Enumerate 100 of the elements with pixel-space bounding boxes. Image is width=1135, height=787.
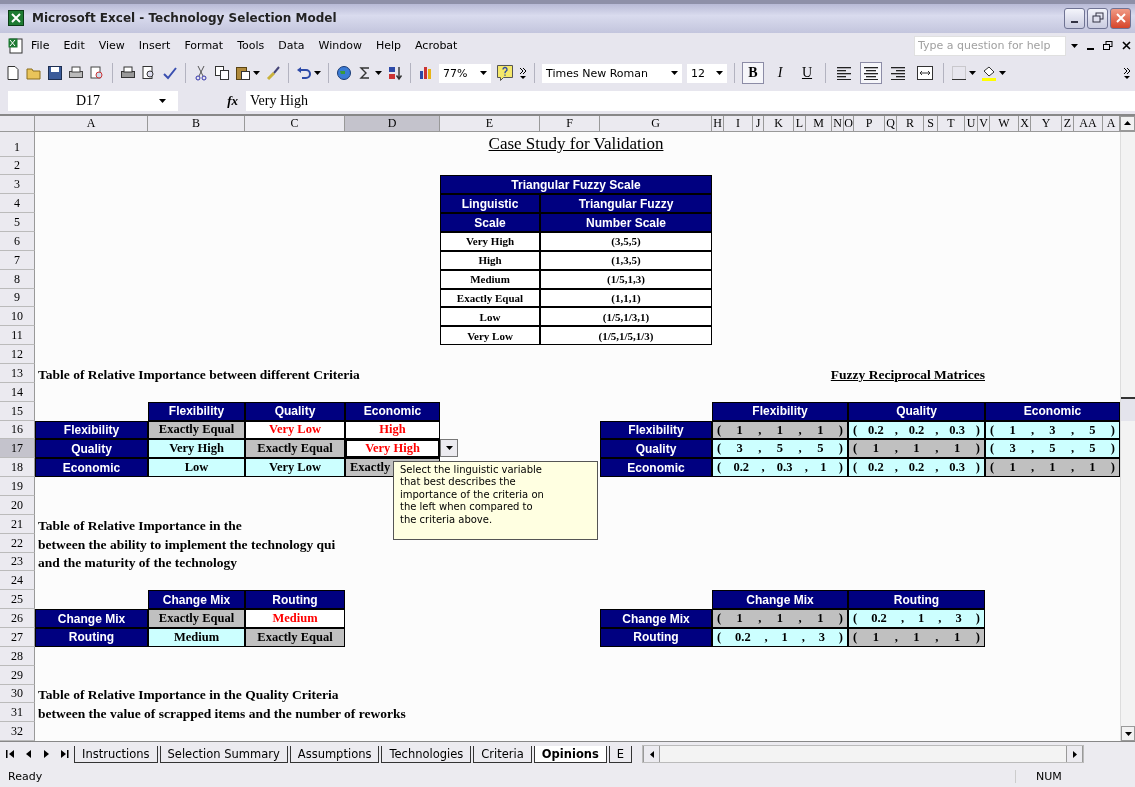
bold-button[interactable]: B [742, 62, 764, 85]
row-header[interactable]: 18 [0, 458, 35, 478]
horizontal-scrollbar[interactable] [642, 745, 1085, 764]
input-cell[interactable]: Medium [245, 609, 345, 628]
open-folder-icon[interactable] [26, 65, 42, 82]
column-header[interactable]: Q [885, 115, 897, 131]
menu-item[interactable]: Window [311, 39, 369, 53]
input-cell[interactable]: Very High [345, 439, 440, 459]
column-header[interactable]: Z [1062, 115, 1074, 131]
menu-item[interactable]: Format [177, 39, 231, 53]
restore-button[interactable] [1087, 7, 1108, 29]
previous-sheet-icon[interactable] [26, 750, 32, 759]
paintbrush-icon[interactable] [265, 65, 281, 82]
caret-icon[interactable] [375, 71, 382, 76]
menu-item[interactable]: Help [368, 39, 408, 53]
row-header[interactable]: 25 [0, 590, 35, 610]
row-header[interactable]: 27 [0, 628, 35, 647]
zoom-dropdown[interactable]: 77% [439, 63, 491, 83]
column-header[interactable]: A [35, 115, 148, 131]
column-header[interactable]: AA [1074, 115, 1103, 131]
row-header[interactable]: 12 [0, 345, 35, 364]
column-header[interactable]: E [440, 115, 540, 131]
scroll-up-button[interactable] [1120, 115, 1135, 131]
spell-check-icon[interactable] [162, 65, 178, 82]
column-header[interactable]: R [897, 115, 924, 131]
column-header[interactable]: X [1019, 115, 1031, 131]
last-sheet-icon[interactable] [60, 750, 69, 759]
menu-item[interactable]: Tools [230, 39, 272, 53]
column-header[interactable]: D [345, 115, 440, 131]
column-header[interactable]: H [712, 115, 724, 131]
menu-item[interactable]: Edit [56, 39, 92, 53]
row-header[interactable]: 5 [0, 213, 35, 232]
sheet-tab[interactable]: Assumptions [289, 745, 380, 763]
close-icon[interactable] [1122, 41, 1131, 51]
restore-icon[interactable] [1103, 40, 1113, 51]
column-header[interactable]: G [600, 115, 712, 131]
sheet-tab[interactable]: Opinions [533, 745, 607, 763]
menu-item[interactable]: File [24, 39, 57, 53]
menu-item[interactable]: View [91, 39, 132, 53]
font-size-dropdown[interactable]: 12 [687, 63, 727, 83]
bar-chart-icon[interactable] [418, 65, 434, 82]
vertical-scrollbar[interactable] [1120, 131, 1135, 742]
row-header[interactable]: 26 [0, 609, 35, 628]
sheet-tab[interactable]: E [608, 745, 633, 763]
row-header[interactable]: 10 [0, 307, 35, 327]
sheet-tab[interactable]: Selection Summary [159, 745, 288, 763]
column-header[interactable]: Y [1031, 115, 1062, 131]
column-header[interactable]: N [832, 115, 844, 131]
menu-item[interactable]: Insert [131, 39, 178, 53]
chevron-icon[interactable] [1123, 66, 1131, 81]
column-header[interactable]: W [990, 115, 1019, 131]
scroll-down-button[interactable] [1121, 726, 1135, 742]
fill-bucket-icon[interactable] [981, 65, 997, 82]
save-icon[interactable] [47, 65, 63, 82]
caret-icon[interactable] [314, 71, 321, 76]
new-document-icon[interactable] [5, 65, 21, 82]
column-header[interactable]: K [764, 115, 794, 131]
help-search-field[interactable]: Type a question for help [914, 35, 1066, 56]
menu-item[interactable]: Acrobat [408, 39, 465, 53]
column-header[interactable]: I [724, 115, 753, 131]
name-box[interactable]: D17 [8, 90, 178, 111]
globe-icon[interactable] [336, 65, 352, 82]
formula-field[interactable]: Very High [246, 90, 1135, 111]
help-icon[interactable] [496, 64, 514, 83]
clipboard-icon[interactable] [235, 65, 251, 82]
column-header[interactable]: O [844, 115, 854, 131]
sheet-tab[interactable]: Technologies [381, 745, 472, 763]
sort-icon[interactable] [387, 65, 403, 82]
scrollbar-thumb[interactable] [1121, 396, 1135, 421]
row-header[interactable]: 11 [0, 326, 35, 346]
row-header[interactable]: 19 [0, 477, 35, 496]
arrow-right-icon[interactable] [1072, 750, 1077, 758]
row-header[interactable]: 24 [0, 571, 35, 591]
arrow-left-icon[interactable] [649, 750, 654, 758]
copy-icon[interactable] [214, 65, 230, 82]
dropdown-button[interactable] [440, 439, 458, 458]
first-sheet-icon[interactable] [6, 750, 15, 759]
row-header[interactable]: 32 [0, 722, 35, 742]
chevron-icon[interactable] [519, 66, 527, 81]
menu-item[interactable]: Data [271, 39, 312, 53]
row-header[interactable]: 3 [0, 175, 35, 195]
column-header[interactable]: P [854, 115, 885, 131]
column-header[interactable]: U [965, 115, 978, 131]
scissors-icon[interactable] [193, 65, 209, 82]
document-search-icon[interactable] [89, 65, 105, 82]
column-header[interactable]: T [938, 115, 965, 131]
align-center-button[interactable] [860, 62, 882, 85]
caret-icon[interactable] [999, 71, 1006, 76]
caret-icon[interactable] [969, 71, 976, 76]
insert-function-button[interactable]: fx [178, 92, 246, 109]
italic-button[interactable]: I [769, 62, 791, 85]
caret-icon[interactable] [1071, 43, 1078, 48]
next-sheet-icon[interactable] [43, 750, 49, 759]
row-header[interactable]: 20 [0, 496, 35, 515]
underline-button[interactable]: U [796, 62, 818, 85]
print-preview-icon[interactable] [141, 65, 157, 82]
column-header[interactable]: J [753, 115, 764, 131]
column-header[interactable]: L [794, 115, 806, 131]
row-header[interactable]: 17 [0, 439, 35, 459]
sheet-tab[interactable]: Instructions [74, 745, 158, 763]
